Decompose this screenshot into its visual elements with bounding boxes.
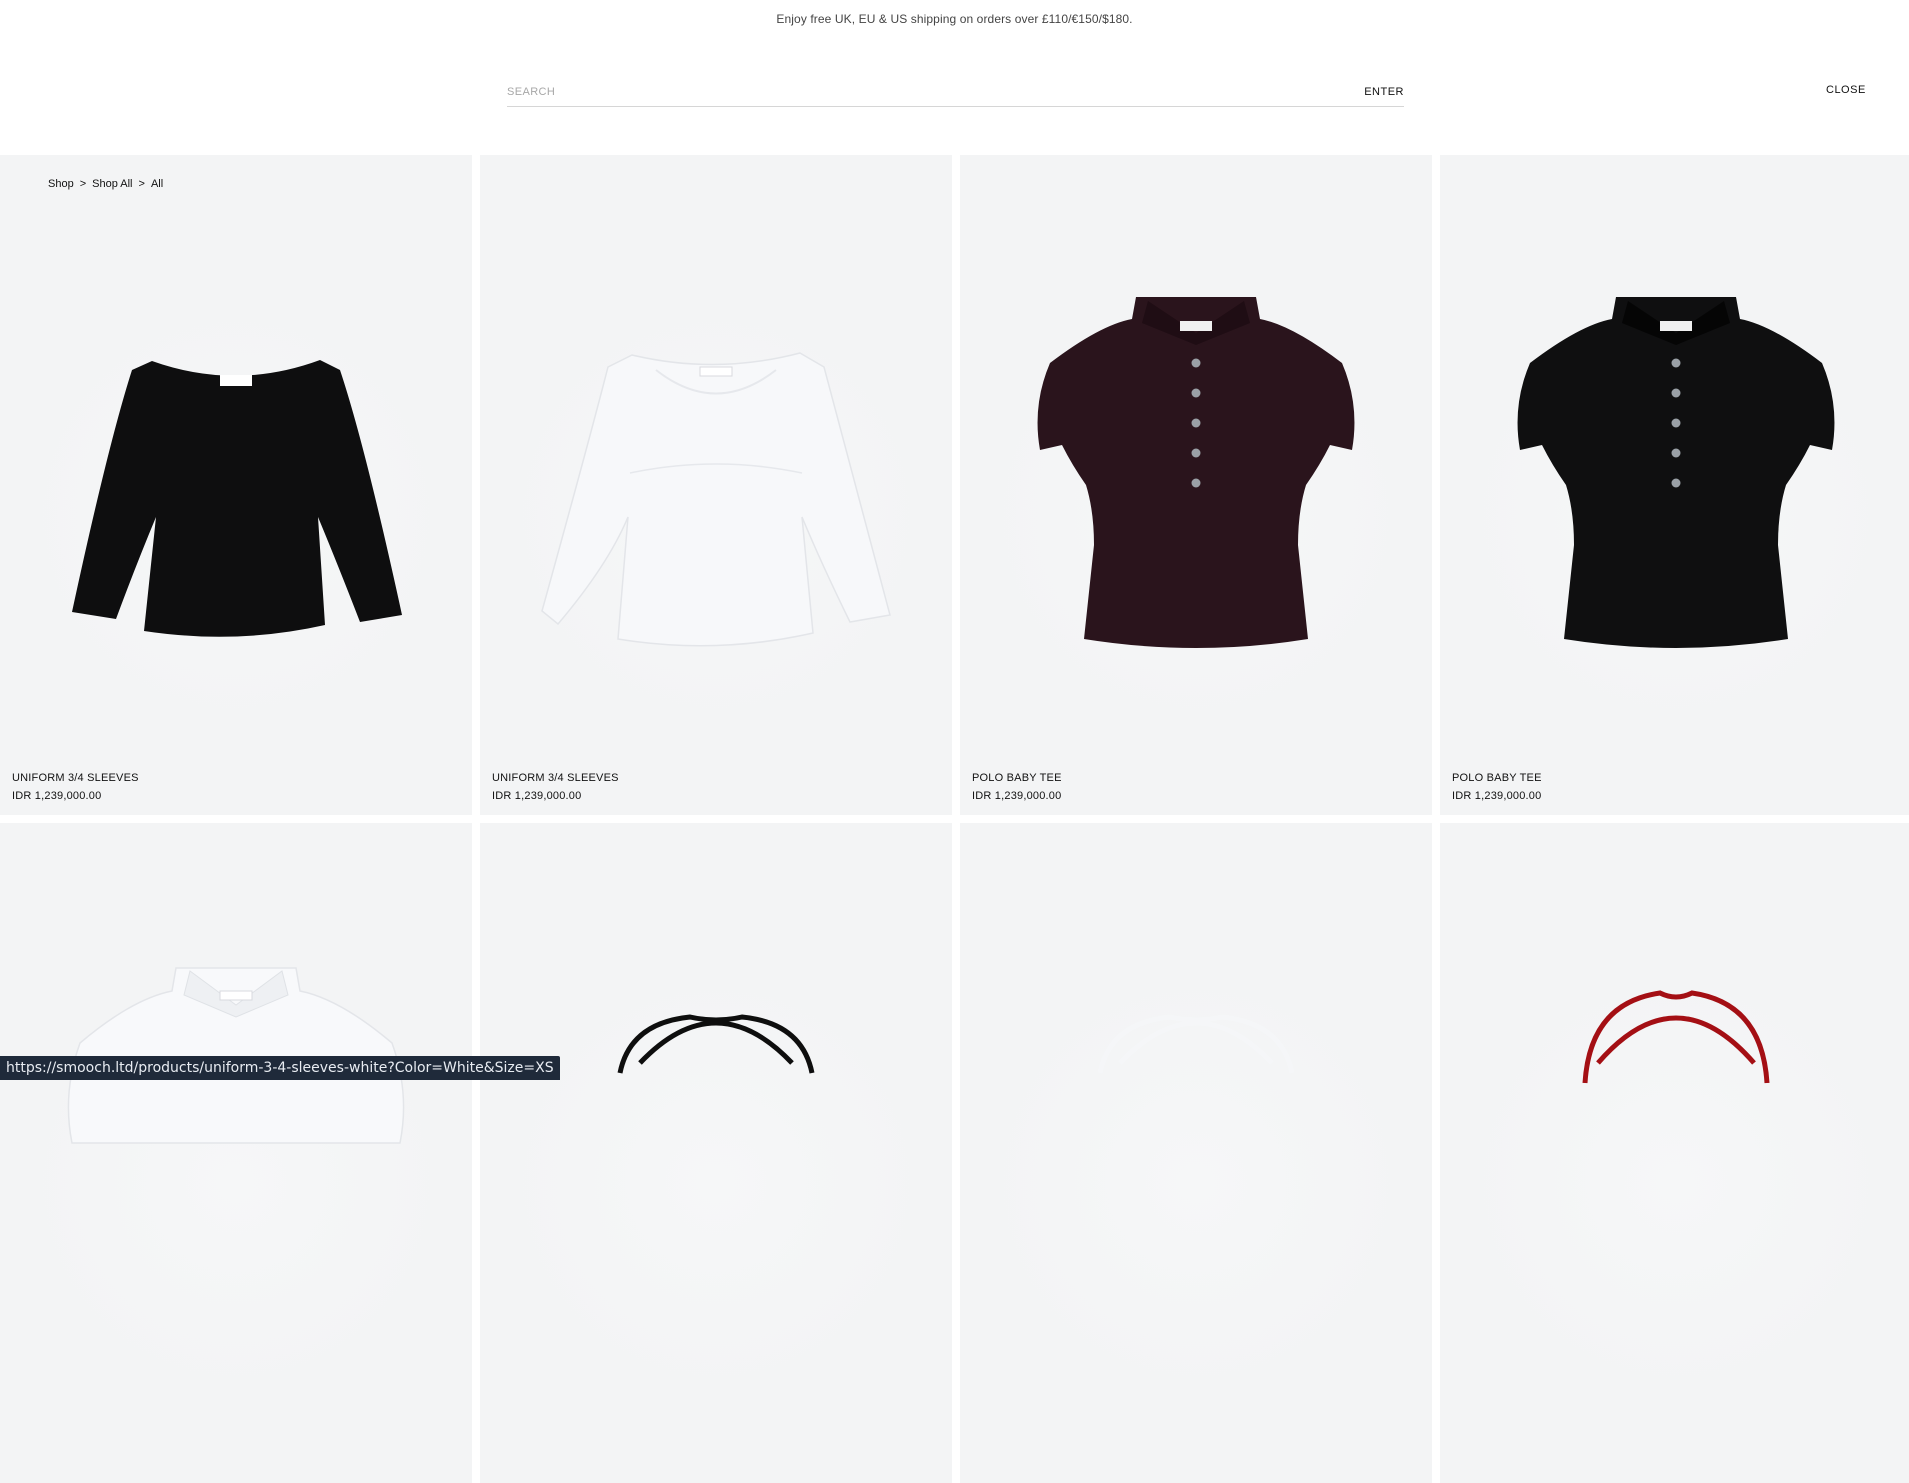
product-card[interactable]: POLO BABY TEE IDR 1,239,000.00 xyxy=(960,155,1432,815)
product-card[interactable]: POLO BABY TEE IDR 1,239,000.00 xyxy=(1440,155,1909,815)
product-name: POLO BABY TEE xyxy=(972,772,1062,784)
product-card[interactable] xyxy=(960,823,1432,1483)
product-image-halter xyxy=(617,1014,815,1074)
announcement-bar: Enjoy free UK, EU & US shipping on order… xyxy=(0,0,1909,38)
product-card[interactable]: UNIFORM 3/4 SLEEVES IDR 1,239,000.00 xyxy=(0,155,472,815)
product-card[interactable] xyxy=(1440,823,1909,1483)
product-price: IDR 1,239,000.00 xyxy=(12,790,102,802)
product-name: POLO BABY TEE xyxy=(1452,772,1542,784)
search-input[interactable] xyxy=(507,86,1365,98)
product-image-polo xyxy=(1517,297,1835,648)
product-grid: UNIFORM 3/4 SLEEVES IDR 1,239,000.00 UNI… xyxy=(0,155,1909,1483)
search-bar: ENTER xyxy=(507,78,1404,107)
enter-button[interactable]: ENTER xyxy=(1364,86,1404,98)
product-image-polo xyxy=(67,967,405,1144)
breadcrumb: Shop > Shop All > All xyxy=(48,178,163,190)
breadcrumb-shop[interactable]: Shop xyxy=(48,178,74,190)
breadcrumb-shop-all[interactable]: Shop All xyxy=(92,178,132,190)
product-price: IDR 1,239,000.00 xyxy=(972,790,1062,802)
product-image-top xyxy=(541,352,891,647)
close-button[interactable]: CLOSE xyxy=(1826,84,1866,96)
breadcrumb-separator: > xyxy=(138,178,145,190)
product-name: UNIFORM 3/4 SLEEVES xyxy=(492,772,619,784)
breadcrumb-all[interactable]: All xyxy=(151,178,163,190)
product-price: IDR 1,239,000.00 xyxy=(1452,790,1542,802)
product-image-halter xyxy=(1582,990,1770,1084)
link-status-url: https://smooch.ltd/products/uniform-3-4-… xyxy=(0,1056,560,1080)
breadcrumb-separator: > xyxy=(79,178,87,190)
product-card[interactable] xyxy=(480,823,952,1483)
announcement-text: Enjoy free UK, EU & US shipping on order… xyxy=(776,12,1133,26)
product-image-top xyxy=(72,360,402,637)
product-image-polo xyxy=(1037,297,1355,648)
product-image-halter xyxy=(1097,1014,1295,1074)
product-name: UNIFORM 3/4 SLEEVES xyxy=(12,772,139,784)
product-price: IDR 1,239,000.00 xyxy=(492,790,582,802)
product-card[interactable]: UNIFORM 3/4 SLEEVES IDR 1,239,000.00 xyxy=(480,155,952,815)
product-card[interactable] xyxy=(0,823,472,1483)
